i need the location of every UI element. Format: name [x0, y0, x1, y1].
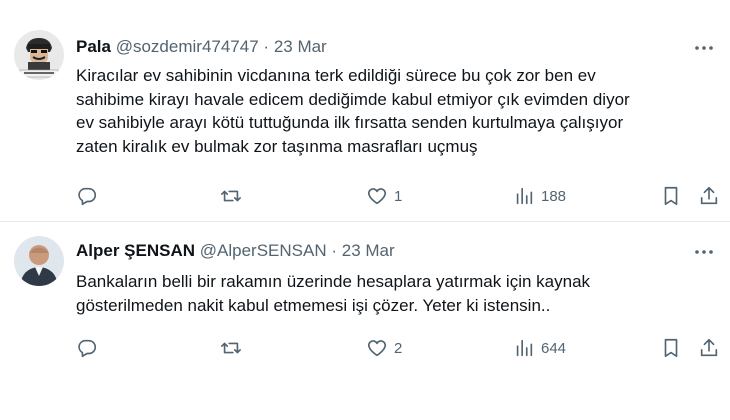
- views-chart-icon: [516, 187, 533, 205]
- tweet-date[interactable]: 23 Mar: [274, 37, 327, 56]
- tweet-header: Alper ŞENSAN @AlperSENSAN · 23 Mar: [76, 240, 395, 262]
- reply-icon: [78, 187, 97, 206]
- views-chart-icon: [516, 339, 533, 357]
- more-horizontal-icon: [695, 250, 713, 254]
- retweet-icon: [221, 342, 241, 354]
- share-icon: [700, 186, 718, 205]
- share-icon: [700, 338, 718, 357]
- author-name[interactable]: Alper ŞENSAN: [76, 241, 195, 260]
- share-button[interactable]: [698, 183, 720, 209]
- like-button[interactable]: 1: [366, 183, 402, 209]
- tweet-date[interactable]: 23 Mar: [342, 241, 395, 260]
- tweet-text-line: sahibime kirayı havale edicem dediğimde …: [76, 89, 630, 109]
- like-count: 2: [394, 339, 403, 357]
- reply-icon: [78, 339, 97, 358]
- avatar[interactable]: [14, 236, 64, 286]
- heart-icon: [367, 340, 387, 357]
- separator-dot: ·: [331, 241, 338, 260]
- tweet-text-line: Bankaların belli bir rakamın üzerinde he…: [76, 272, 591, 291]
- tweet-actions: 2 644: [76, 335, 726, 361]
- retweet-icon: [221, 190, 241, 202]
- tweet-header: Pala @sozdemir474747 · 23 Mar: [76, 36, 327, 58]
- views-button[interactable]: 188: [513, 183, 566, 209]
- views-count: 644: [541, 339, 567, 357]
- author-handle[interactable]: @sozdemir474747: [116, 37, 259, 56]
- like-button[interactable]: 2: [366, 335, 402, 361]
- tweet[interactable]: Pala @sozdemir474747 · 23 Mar Kiracılar …: [0, 0, 730, 222]
- separator-dot: ·: [263, 37, 270, 56]
- more-options-button[interactable]: [692, 38, 716, 58]
- views-button[interactable]: 644: [513, 335, 566, 361]
- tweet-actions: 1 188: [76, 183, 726, 209]
- author-handle[interactable]: @AlperSENSAN: [200, 241, 327, 260]
- bookmark-icon: [664, 186, 678, 206]
- heart-icon: [367, 188, 387, 205]
- bookmark-button[interactable]: [660, 335, 682, 361]
- tweet-text: Kiracılar ev sahibinin vicdanına terk ed…: [76, 64, 716, 158]
- like-count: 1: [394, 187, 403, 205]
- tweet-text-line: Kiracılar ev sahibinin vicdanına terk ed…: [76, 66, 596, 85]
- tweet[interactable]: Alper ŞENSAN @AlperSENSAN · 23 Mar Banka…: [0, 222, 730, 420]
- tweet-text-line: ev sahibiyle arayı kötü tuttuğunda ilk f…: [76, 113, 624, 132]
- tweet-text-line: zaten kiralık ev bulmak zor taşınma masr…: [76, 136, 478, 156]
- bookmark-button[interactable]: [660, 183, 682, 209]
- reply-button[interactable]: [76, 183, 98, 209]
- bookmark-icon: [664, 338, 678, 358]
- share-button[interactable]: [698, 335, 720, 361]
- avatar[interactable]: [14, 30, 64, 80]
- tweet-text-line: gösterilmeden nakit kabul etmemesi işi ç…: [76, 295, 551, 315]
- more-horizontal-icon: [695, 46, 713, 50]
- retweet-button[interactable]: [220, 335, 242, 361]
- views-count: 188: [541, 187, 567, 205]
- tweet-text: Bankaların belli bir rakamın üzerinde he…: [76, 270, 716, 317]
- retweet-button[interactable]: [220, 183, 242, 209]
- reply-button[interactable]: [76, 335, 98, 361]
- author-name[interactable]: Pala: [76, 37, 111, 56]
- more-options-button[interactable]: [692, 242, 716, 262]
